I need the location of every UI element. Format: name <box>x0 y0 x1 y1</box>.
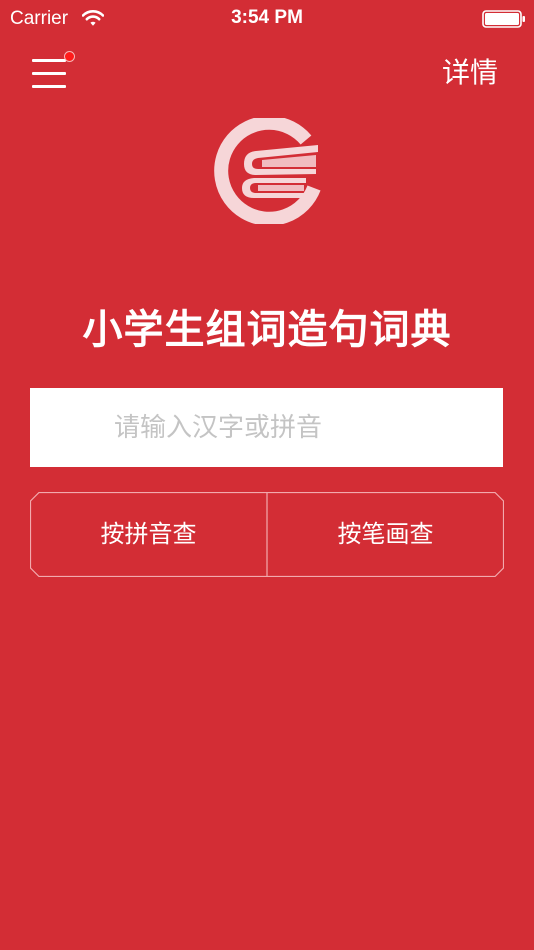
battery-icon <box>482 10 525 28</box>
search-input[interactable] <box>30 388 503 467</box>
hamburger-menu-icon <box>32 59 66 62</box>
lookup-by-strokes-button[interactable]: 按笔画查 <box>267 492 504 577</box>
details-button[interactable]: 详情 <box>442 55 498 91</box>
hamburger-menu-icon-line <box>32 72 66 75</box>
status-bar: Carrier 3:54 PM <box>0 0 534 40</box>
book-logo-icon <box>214 118 321 224</box>
menu-button[interactable] <box>28 51 76 96</box>
notification-dot <box>64 51 75 62</box>
lookup-by-pinyin-button[interactable]: 按拼音查 <box>30 492 267 577</box>
status-time: 3:54 PM <box>231 7 303 28</box>
hamburger-menu-icon-line <box>32 85 66 88</box>
lookup-mode-selector: 按拼音查 按笔画查 <box>30 492 504 577</box>
page-title: 小学生组词造句词典 <box>82 306 452 353</box>
